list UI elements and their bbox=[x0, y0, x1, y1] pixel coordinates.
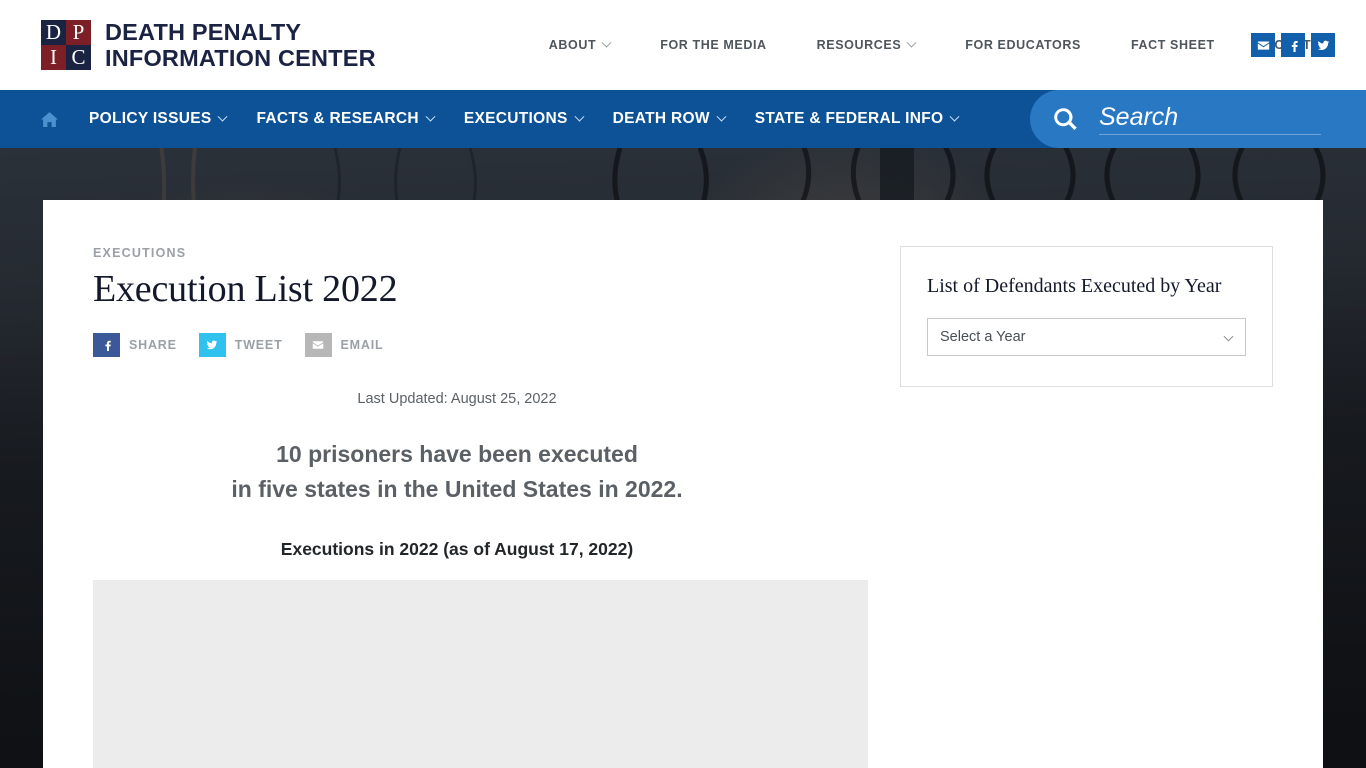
primary-nav-items: POLICY ISSUES FACTS & RESEARCH EXECUTION… bbox=[74, 110, 973, 128]
logo-letter-d: D bbox=[41, 20, 66, 45]
email-icon bbox=[312, 341, 324, 349]
twitter-icon bbox=[1317, 40, 1329, 50]
year-select[interactable]: Select a Year bbox=[927, 318, 1246, 356]
site-logo[interactable]: D P I C DEATH PENALTY INFORMATION CENTER bbox=[41, 19, 376, 71]
page-title: Execution List 2022 bbox=[93, 268, 398, 310]
logo-wordmark: DEATH PENALTY INFORMATION CENTER bbox=[105, 19, 376, 71]
utility-nav-label: FACT SHEET bbox=[1130, 38, 1215, 52]
utility-nav-item-for-educators[interactable]: FOR EDUCATORS bbox=[940, 38, 1106, 52]
chevron-down-icon bbox=[906, 37, 917, 48]
twitter-icon bbox=[207, 340, 218, 349]
chevron-down-icon bbox=[218, 111, 228, 122]
main-column: EXECUTIONS Execution List 2022 SHARE TWE… bbox=[43, 200, 873, 768]
nav-item-executions[interactable]: EXECUTIONS bbox=[449, 110, 598, 128]
utility-nav-label: FOR THE MEDIA bbox=[660, 38, 767, 52]
content-card: EXECUTIONS Execution List 2022 SHARE TWE… bbox=[43, 200, 1323, 768]
utility-nav-label: RESOURCES bbox=[816, 38, 902, 52]
utility-nav-label: FOR EDUCATORS bbox=[965, 38, 1081, 52]
search-button[interactable] bbox=[1052, 106, 1079, 133]
nav-item-policy-issues[interactable]: POLICY ISSUES bbox=[74, 110, 241, 128]
social-links bbox=[1251, 33, 1335, 57]
chevron-down-icon bbox=[949, 111, 960, 122]
logo-letter-i: I bbox=[41, 45, 66, 70]
facebook-link-button[interactable] bbox=[1281, 33, 1305, 57]
year-select-wrapper: Select a Year bbox=[927, 318, 1246, 356]
utility-nav: ABOUT FOR THE MEDIA RESOURCES FOR EDUCAT… bbox=[524, 37, 1345, 52]
chevron-down-icon bbox=[716, 111, 727, 122]
nav-item-facts-research[interactable]: FACTS & RESEARCH bbox=[241, 110, 448, 128]
logo-letter-p: P bbox=[66, 20, 91, 45]
logo-wordmark-line2: INFORMATION CENTER bbox=[105, 45, 376, 71]
email-share-button[interactable] bbox=[1251, 33, 1275, 57]
twitter-link-button[interactable] bbox=[1311, 33, 1335, 57]
home-icon bbox=[41, 111, 58, 127]
top-utility-bar: D P I C DEATH PENALTY INFORMATION CENTER… bbox=[0, 0, 1366, 90]
logo-wordmark-line1: DEATH PENALTY bbox=[105, 19, 302, 45]
nav-item-label: POLICY ISSUES bbox=[89, 110, 212, 127]
search-icon bbox=[1054, 107, 1077, 130]
logo-letter-c: C bbox=[66, 45, 91, 70]
headline-line-1: 10 prisoners have been executed bbox=[276, 440, 638, 467]
search-panel[interactable] bbox=[1030, 90, 1366, 148]
executions-map[interactable] bbox=[93, 579, 868, 768]
breadcrumb-category[interactable]: EXECUTIONS bbox=[93, 246, 873, 260]
utility-nav-item-resources[interactable]: RESOURCES bbox=[792, 37, 941, 52]
map-caption: Executions in 2022 (as of August 17, 202… bbox=[280, 538, 634, 559]
content-columns: EXECUTIONS Execution List 2022 SHARE TWE… bbox=[43, 200, 1323, 768]
nav-item-label: FACTS & RESEARCH bbox=[256, 110, 419, 127]
year-filter-widget: List of Defendants Executed by Year Sele… bbox=[900, 246, 1273, 387]
share-twitter-label[interactable]: TWEET bbox=[235, 338, 283, 352]
chevron-down-icon bbox=[425, 111, 436, 122]
utility-nav-label: ABOUT bbox=[548, 38, 597, 52]
search-input[interactable] bbox=[1099, 103, 1321, 135]
share-email-button[interactable] bbox=[304, 332, 332, 357]
share-email-label[interactable]: EMAIL bbox=[341, 338, 384, 352]
facebook-icon bbox=[1291, 40, 1298, 52]
last-updated-text: Last Updated: August 25, 2022 bbox=[357, 390, 557, 407]
chevron-down-icon bbox=[601, 37, 612, 48]
nav-item-label: DEATH ROW bbox=[612, 110, 710, 127]
share-twitter-button[interactable] bbox=[198, 332, 226, 357]
nav-item-death-row[interactable]: DEATH ROW bbox=[598, 110, 740, 128]
nav-item-label: EXECUTIONS bbox=[463, 110, 568, 127]
primary-navigation-bar: POLICY ISSUES FACTS & RESEARCH EXECUTION… bbox=[0, 90, 1366, 148]
utility-nav-item-about[interactable]: ABOUT bbox=[524, 37, 635, 52]
facebook-icon bbox=[104, 340, 111, 351]
nav-item-state-federal-info[interactable]: STATE & FEDERAL INFO bbox=[740, 110, 974, 128]
dpic-logo-mark: D P I C bbox=[41, 20, 91, 70]
share-facebook-button[interactable] bbox=[93, 332, 120, 357]
widget-title: List of Defendants Executed by Year bbox=[927, 275, 1222, 297]
executions-headline: 10 prisoners have been executed in five … bbox=[93, 437, 873, 507]
utility-nav-item-for-the-media[interactable]: FOR THE MEDIA bbox=[635, 38, 791, 52]
email-icon bbox=[1257, 40, 1269, 50]
headline-line-2: in five states in the United States in 2… bbox=[231, 475, 683, 502]
chevron-down-icon bbox=[574, 111, 585, 122]
nav-item-label: STATE & FEDERAL INFO bbox=[754, 110, 944, 127]
share-row: SHARE TWEET EMAIL bbox=[93, 332, 873, 357]
share-facebook-label[interactable]: SHARE bbox=[129, 338, 177, 352]
home-nav-button[interactable] bbox=[41, 111, 58, 128]
utility-nav-item-fact-sheet[interactable]: FACT SHEET bbox=[1106, 38, 1240, 52]
sidebar-column: List of Defendants Executed by Year Sele… bbox=[873, 200, 1273, 768]
